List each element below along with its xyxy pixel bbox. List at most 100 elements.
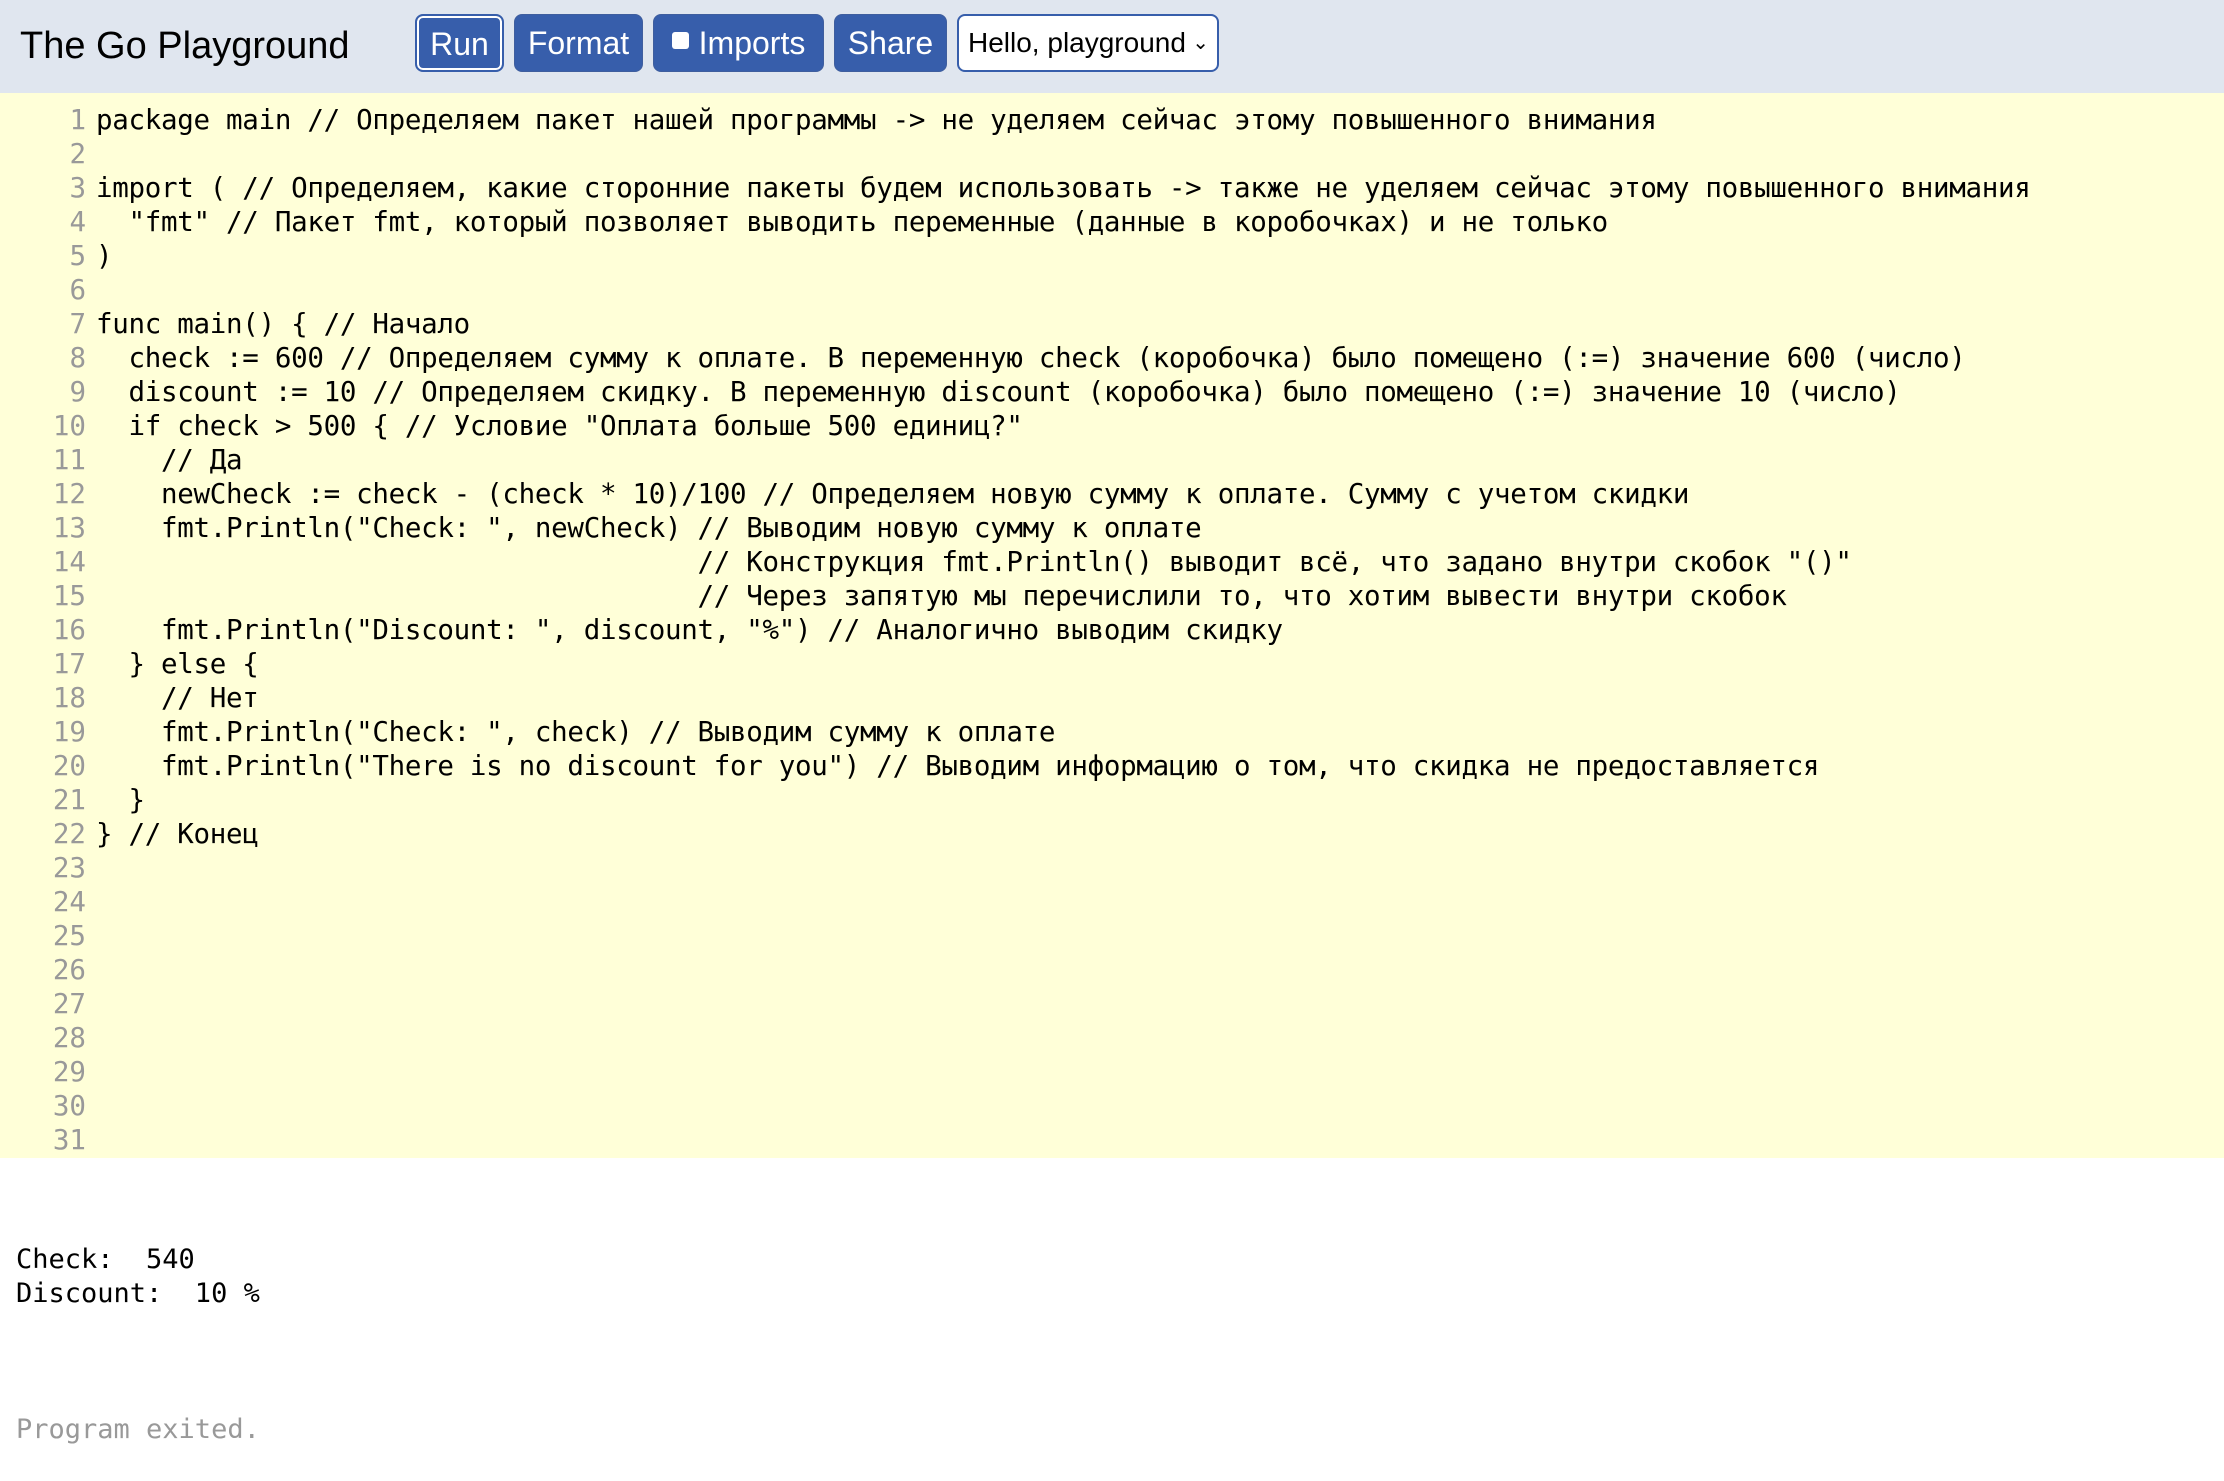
- line-number: 5: [69, 240, 86, 272]
- line-code[interactable]: // Да: [86, 444, 243, 476]
- code-line[interactable]: 20 fmt.Println("There is no discount for…: [0, 749, 2031, 783]
- line-code[interactable]: }: [86, 784, 146, 816]
- code-line[interactable]: 15 // Через запятую мы перечислили то, ч…: [0, 579, 2031, 613]
- line-code[interactable]: discount := 10 // Определяем скидку. В п…: [86, 376, 1901, 408]
- line-number: 21: [52, 784, 86, 816]
- share-button[interactable]: Share: [834, 14, 947, 72]
- code-line[interactable]: 31: [0, 1123, 2031, 1157]
- line-number: 29: [52, 1056, 86, 1088]
- line-code[interactable]: "fmt" // Пакет fmt, который позволяет вы…: [86, 206, 1609, 238]
- code-line[interactable]: 24: [0, 885, 2031, 919]
- line-code[interactable]: [86, 138, 96, 170]
- code-line[interactable]: 30: [0, 1089, 2031, 1123]
- line-code[interactable]: [86, 1022, 96, 1054]
- imports-checkbox[interactable]: [671, 32, 689, 50]
- code-line[interactable]: 7 func main() { // Начало: [0, 307, 2031, 341]
- line-code[interactable]: [86, 1124, 96, 1156]
- line-code[interactable]: package main // Определяем пакет нашей п…: [86, 104, 1657, 136]
- code-line[interactable]: 14 // Конструкция fmt.Println() выводит …: [0, 545, 2031, 579]
- code-editor[interactable]: 1 package main // Определяем пакет нашей …: [0, 93, 2224, 1158]
- code-line[interactable]: 6: [0, 273, 2031, 307]
- line-code[interactable]: ): [86, 240, 113, 272]
- format-button[interactable]: Format: [514, 14, 643, 72]
- line-code[interactable]: // Нет: [86, 682, 259, 714]
- code-line[interactable]: 26: [0, 953, 2031, 987]
- code-line[interactable]: 28: [0, 1021, 2031, 1055]
- line-code[interactable]: func main() { // Начало: [86, 308, 470, 340]
- output-lines: Check: 540 Discount: 10 %: [16, 1243, 260, 1311]
- line-code[interactable]: [86, 954, 96, 986]
- code-line[interactable]: 13 fmt.Println("Check: ", newCheck) // В…: [0, 511, 2031, 545]
- line-number: 17: [52, 648, 86, 680]
- line-number: 26: [52, 954, 86, 986]
- code-line[interactable]: 2: [0, 137, 2031, 171]
- code-line[interactable]: 8 check := 600 // Определяем сумму к опл…: [0, 341, 2031, 375]
- line-number: 12: [52, 478, 86, 510]
- example-select[interactable]: Hello, playground ⌄: [957, 14, 1219, 72]
- line-code[interactable]: } // Конец: [86, 818, 259, 850]
- output-line: Discount: 10 %: [16, 1278, 260, 1309]
- line-number: 24: [52, 886, 86, 918]
- line-number: 4: [69, 206, 86, 238]
- code-line[interactable]: 5): [0, 239, 2031, 273]
- code-line[interactable]: 29: [0, 1055, 2031, 1089]
- line-number: 6: [69, 274, 86, 306]
- line-code[interactable]: } else {: [86, 648, 259, 680]
- line-code[interactable]: [86, 274, 96, 306]
- line-code[interactable]: [86, 988, 96, 1020]
- line-number: 9: [69, 376, 86, 408]
- output-line: Check: 540: [16, 1244, 195, 1275]
- code-line[interactable]: 17 } else {: [0, 647, 2031, 681]
- line-code[interactable]: fmt.Println("There is no discount for yo…: [86, 750, 1819, 782]
- line-code[interactable]: fmt.Println("Discount: ", discount, "%")…: [86, 614, 1283, 646]
- line-number: 14: [52, 546, 86, 578]
- line-code[interactable]: [86, 886, 96, 918]
- line-number: 19: [52, 716, 86, 748]
- line-number: 10: [52, 410, 86, 442]
- line-code[interactable]: newCheck := check - (check * 10)/100 // …: [86, 478, 1689, 510]
- line-code[interactable]: [86, 1056, 96, 1088]
- code-line[interactable]: 19 fmt.Println("Check: ", check) // Выво…: [0, 715, 2031, 749]
- line-number: 22: [52, 818, 86, 850]
- code-line[interactable]: 4 "fmt" // Пакет fmt, который позволяет …: [0, 205, 2031, 239]
- line-code[interactable]: [86, 852, 96, 884]
- line-number: 2: [69, 138, 86, 170]
- code-line[interactable]: 12 newCheck := check - (check * 10)/100 …: [0, 477, 2031, 511]
- line-code[interactable]: [86, 920, 96, 952]
- code-line[interactable]: 16 fmt.Println("Discount: ", discount, "…: [0, 613, 2031, 647]
- code-line[interactable]: 25: [0, 919, 2031, 953]
- line-number: 20: [52, 750, 86, 782]
- code-line[interactable]: 22} // Конец: [0, 817, 2031, 851]
- line-number: 27: [52, 988, 86, 1020]
- line-code[interactable]: fmt.Println("Check: ", check) // Выводим…: [86, 716, 1055, 748]
- line-code[interactable]: import ( // Определяем, какие сторонние …: [86, 172, 2031, 204]
- imports-toggle[interactable]: Imports: [653, 14, 824, 72]
- app-title: The Go Playground: [20, 25, 350, 67]
- code-line[interactable]: 21 }: [0, 783, 2031, 817]
- line-number: 23: [52, 852, 86, 884]
- line-number: 18: [52, 682, 86, 714]
- line-code[interactable]: check := 600 // Определяем сумму к оплат…: [86, 342, 1966, 374]
- line-number: 7: [69, 308, 86, 340]
- line-number: 15: [52, 580, 86, 612]
- line-code[interactable]: // Через запятую мы перечислили то, что …: [86, 580, 1786, 612]
- code-line[interactable]: 1 package main // Определяем пакет нашей …: [0, 103, 2031, 137]
- code-line[interactable]: 18 // Нет: [0, 681, 2031, 715]
- code-line[interactable]: 9 discount := 10 // Определяем скидку. В…: [0, 375, 2031, 409]
- line-code[interactable]: // Конструкция fmt.Println() выводит всё…: [86, 546, 1852, 578]
- line-number: 3: [69, 172, 86, 204]
- code-line[interactable]: 11 // Да: [0, 443, 2031, 477]
- imports-label: Imports: [698, 25, 806, 61]
- code-line[interactable]: 23: [0, 851, 2031, 885]
- example-select-value: Hello, playground: [968, 27, 1186, 58]
- code-line[interactable]: 10 if check > 500 { // Условие "Оплата б…: [0, 409, 2031, 443]
- program-output: Check: 540 Discount: 10 % Program exited.: [16, 1175, 260, 1481]
- run-button[interactable]: Run: [415, 14, 504, 72]
- code-line[interactable]: 3 import ( // Определяем, какие сторонние…: [0, 171, 2031, 205]
- line-code[interactable]: fmt.Println("Check: ", newCheck) // Выво…: [86, 512, 1202, 544]
- code-line[interactable]: 27: [0, 987, 2031, 1021]
- line-code[interactable]: [86, 1090, 96, 1122]
- line-number: 8: [69, 342, 86, 374]
- line-code[interactable]: if check > 500 { // Условие "Оплата боль…: [86, 410, 1023, 442]
- editor-lines[interactable]: 1 package main // Определяем пакет нашей …: [0, 103, 2031, 1157]
